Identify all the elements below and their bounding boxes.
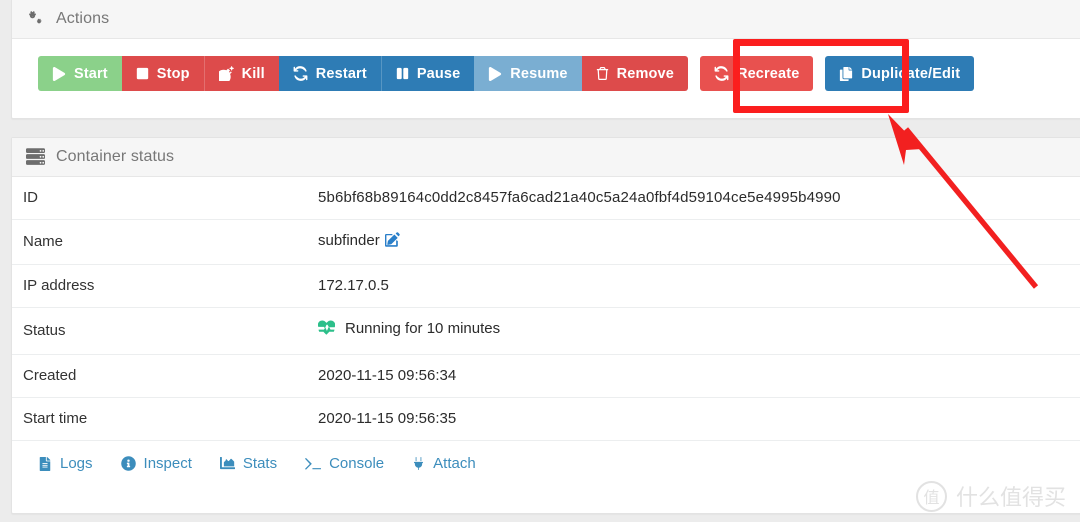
recreate-button[interactable]: Recreate bbox=[699, 56, 814, 91]
row-value-status: Running for 10 minutes bbox=[345, 320, 501, 337]
logs-link[interactable]: Logs bbox=[38, 455, 93, 472]
edit-square-icon[interactable] bbox=[384, 232, 400, 251]
row-value-name: subfinder bbox=[318, 232, 380, 249]
table-row: Name subfinder bbox=[12, 220, 1080, 265]
actions-toolbar: Start Stop Kill Restart Pause Resume Rem… bbox=[12, 39, 1080, 91]
duplicate-edit-button[interactable]: Duplicate/Edit bbox=[825, 56, 975, 91]
stop-button-label: Stop bbox=[156, 65, 190, 82]
file-lines-icon bbox=[38, 456, 52, 471]
start-button-label: Start bbox=[74, 65, 108, 82]
attach-link-label: Attach bbox=[433, 455, 476, 472]
actions-card-header: Actions bbox=[12, 0, 1080, 39]
row-value-ip-address: 172.17.0.5 bbox=[318, 277, 389, 294]
row-label-name: Name bbox=[23, 233, 64, 250]
heartbeat-icon bbox=[318, 320, 335, 337]
container-status-card: Container status ID 5b6bf68b89164c0dd2c8… bbox=[11, 137, 1080, 514]
attach-link[interactable]: Attach bbox=[412, 455, 476, 472]
stats-link[interactable]: Stats bbox=[219, 455, 278, 472]
inspect-link[interactable]: Inspect bbox=[120, 455, 192, 472]
resume-button-label: Resume bbox=[510, 65, 568, 82]
kill-button[interactable]: Kill bbox=[203, 56, 279, 91]
actions-card: Actions Start Stop Kill Restart Pause Re… bbox=[11, 0, 1080, 119]
sync-icon bbox=[293, 66, 308, 81]
chart-area-icon bbox=[219, 456, 235, 471]
container-status-card-header: Container status bbox=[12, 138, 1080, 177]
bomb-icon bbox=[218, 66, 234, 81]
terminal-icon bbox=[305, 456, 322, 472]
console-link-label: Console bbox=[329, 455, 385, 472]
kill-button-label: Kill bbox=[241, 65, 265, 82]
row-value-status-cell: Running for 10 minutes bbox=[318, 308, 1080, 355]
cogs-icon bbox=[26, 9, 45, 28]
row-label-created: Created bbox=[23, 367, 77, 384]
console-link[interactable]: Console bbox=[305, 455, 384, 472]
inspect-link-label: Inspect bbox=[143, 455, 192, 472]
table-row: ID 5b6bf68b89164c0dd2c8457fa6cad21a40c5a… bbox=[12, 177, 1080, 220]
play-icon bbox=[488, 66, 502, 81]
stats-link-label: Stats bbox=[242, 455, 278, 472]
stop-button[interactable]: Stop bbox=[121, 56, 204, 91]
pause-button-label: Pause bbox=[416, 65, 461, 82]
actions-card-title: Actions bbox=[56, 9, 110, 27]
container-status-table: ID 5b6bf68b89164c0dd2c8457fa6cad21a40c5a… bbox=[12, 177, 1080, 441]
row-value-created: 2020-11-15 09:56:34 bbox=[318, 367, 457, 384]
trash-icon bbox=[596, 67, 609, 80]
restart-button[interactable]: Restart bbox=[278, 56, 381, 91]
table-row: IP address 172.17.0.5 bbox=[12, 265, 1080, 308]
row-label-id: ID bbox=[23, 189, 38, 206]
container-status-body: ID 5b6bf68b89164c0dd2c8457fa6cad21a40c5a… bbox=[12, 177, 1080, 486]
row-value-start-time: 2020-11-15 09:56:35 bbox=[318, 410, 457, 427]
row-label-ip-address: IP address bbox=[23, 277, 95, 294]
table-row: Start time 2020-11-15 09:56:35 bbox=[12, 398, 1080, 441]
server-icon bbox=[26, 147, 45, 166]
remove-button-label: Remove bbox=[616, 65, 674, 82]
start-button[interactable]: Start bbox=[38, 56, 122, 91]
actions-button-group-secondary: Recreate Duplicate/Edit bbox=[699, 56, 975, 91]
play-icon bbox=[52, 66, 66, 81]
pause-button[interactable]: Pause bbox=[380, 56, 475, 91]
sync-icon bbox=[714, 66, 729, 81]
pause-icon bbox=[396, 67, 409, 80]
stop-icon bbox=[136, 67, 149, 80]
table-row: Status Running for 10 minutes bbox=[12, 308, 1080, 355]
duplicate-edit-button-label: Duplicate/Edit bbox=[861, 65, 961, 82]
container-status-footer-links: Logs Inspect Stats Console Attach bbox=[12, 441, 1080, 486]
actions-button-group-primary: Start Stop Kill Restart Pause Resume Rem… bbox=[38, 56, 688, 91]
remove-button[interactable]: Remove bbox=[581, 56, 688, 91]
restart-button-label: Restart bbox=[315, 65, 367, 82]
recreate-button-label: Recreate bbox=[736, 65, 800, 82]
plug-icon bbox=[412, 457, 425, 470]
info-circle-icon bbox=[120, 456, 136, 471]
row-value-id: 5b6bf68b89164c0dd2c8457fa6cad21a40c5a24a… bbox=[318, 189, 841, 206]
table-row: Created 2020-11-15 09:56:34 bbox=[12, 355, 1080, 398]
logs-link-label: Logs bbox=[60, 455, 93, 472]
container-status-card-title: Container status bbox=[56, 147, 175, 165]
row-label-start-time: Start time bbox=[23, 410, 88, 427]
page-root: Actions Start Stop Kill Restart Pause Re… bbox=[0, 0, 1080, 522]
row-label-status: Status bbox=[23, 322, 66, 339]
row-value-name-cell: subfinder bbox=[318, 220, 1080, 265]
copy-icon bbox=[839, 66, 853, 81]
resume-button[interactable]: Resume bbox=[474, 56, 582, 91]
